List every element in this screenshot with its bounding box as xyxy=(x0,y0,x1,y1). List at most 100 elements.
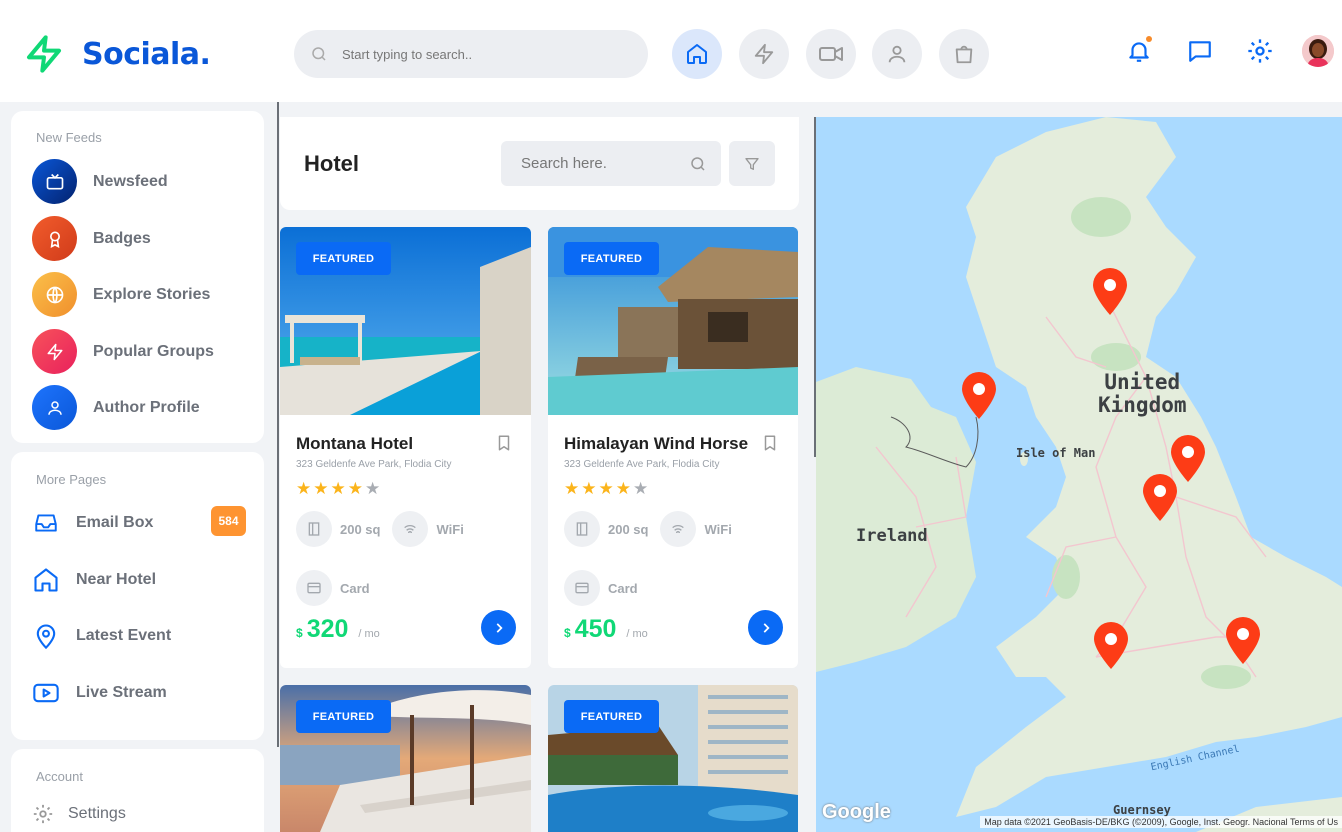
map-pin-icon xyxy=(36,624,56,650)
sidebar-item-settings[interactable]: Settings xyxy=(32,803,126,825)
map-label-isle-of-man: Isle of Man xyxy=(1016,446,1096,460)
groups-icon-circle xyxy=(32,329,77,374)
sidebar-item-live-stream[interactable]: Live Stream xyxy=(32,679,167,707)
hotel-search-input[interactable] xyxy=(521,155,671,172)
wifi-icon xyxy=(404,525,417,534)
account-section-title: Account xyxy=(36,769,83,784)
star-icon: ★ xyxy=(633,479,649,498)
card-icon-circle xyxy=(296,570,332,606)
map-attribution[interactable]: Map data ©2021 GeoBasis-DE/BKG (©2009), … xyxy=(980,816,1342,828)
star-icon: ★ xyxy=(330,479,346,498)
google-logo: Google xyxy=(822,801,891,823)
sidebar-item-label: Settings xyxy=(68,805,126,822)
hotel-name: Himalayan Wind Horse xyxy=(564,434,749,453)
newsfeed-icon-circle xyxy=(32,159,77,204)
sidebar-item-near-hotel[interactable]: Near Hotel xyxy=(32,566,156,594)
featured-badge: FEATURED xyxy=(564,242,659,275)
view-hotel-button[interactable] xyxy=(481,610,516,645)
star-icon: ★ xyxy=(365,479,381,498)
map-pin-icon[interactable] xyxy=(960,372,998,420)
star-icon: ★ xyxy=(581,479,597,498)
sidebar-item-label: Latest Event xyxy=(76,627,172,644)
sidebar-item-label: Explore Stories xyxy=(93,285,211,303)
user-avatar[interactable] xyxy=(1302,35,1334,67)
top-header: Sociala. xyxy=(0,0,1342,102)
nav-lightning-button[interactable] xyxy=(739,29,789,79)
global-search-input[interactable] xyxy=(342,46,622,62)
nav-video-button[interactable] xyxy=(806,29,856,79)
payment-label: Card xyxy=(608,580,638,596)
sidebar-item-newsfeed[interactable]: Newsfeed xyxy=(32,159,168,204)
sidebar-item-email-box[interactable]: Email Box xyxy=(32,510,153,536)
map-pin-icon[interactable] xyxy=(1091,268,1129,316)
hotel-address: 323 Geldenfe Ave Park, Flodia City xyxy=(564,459,720,470)
sidebar-item-label: Near Hotel xyxy=(76,571,157,588)
map-pin-icon[interactable] xyxy=(1141,474,1179,522)
bookmark-icon[interactable] xyxy=(495,433,513,453)
map-pin-icon[interactable] xyxy=(1092,622,1130,670)
nav-home-button[interactable] xyxy=(672,29,722,79)
map-pin-icon[interactable] xyxy=(1224,617,1262,665)
hotel-card[interactable]: FEATURED Montana Hotel 323 Geldenfe Ave … xyxy=(280,227,531,668)
pages-section-title: More Pages xyxy=(36,472,107,487)
star-icon: ★ xyxy=(313,479,329,498)
hotel-panel-header: Hotel xyxy=(280,117,799,210)
settings-button[interactable] xyxy=(1245,36,1275,66)
sidebar-item-latest-event[interactable]: Latest Event xyxy=(32,622,171,650)
inbox-icon xyxy=(35,514,57,532)
settings-icon xyxy=(33,804,53,824)
logo[interactable]: Sociala. xyxy=(24,32,211,76)
price-currency: $ xyxy=(296,626,303,640)
user-icon xyxy=(47,400,62,415)
size-label: 200 sq xyxy=(608,521,649,537)
sidebar-item-explore-stories[interactable]: Explore Stories xyxy=(32,272,210,317)
amenities-row: 200 sq WiFi xyxy=(296,511,464,547)
email-count-badge: 584 xyxy=(211,506,246,536)
credit-card-icon xyxy=(575,582,589,594)
nav-user-button[interactable] xyxy=(872,29,922,79)
hotel-card[interactable]: FEATURED xyxy=(548,685,798,832)
messages-button[interactable] xyxy=(1185,36,1215,66)
sidebar-item-popular-groups[interactable]: Popular Groups xyxy=(32,329,214,374)
sidebar-item-label: Author Profile xyxy=(93,398,200,416)
size-icon-circle xyxy=(564,511,600,547)
global-search[interactable] xyxy=(294,30,648,78)
layout-icon xyxy=(308,522,320,536)
price-period: / mo xyxy=(626,628,648,640)
hotel-card[interactable]: FEATURED Himalayan Wind Horse 323 Gelden… xyxy=(548,227,798,668)
home-icon xyxy=(34,568,58,592)
wifi-icon-circle xyxy=(392,511,429,547)
layout-icon xyxy=(576,522,588,536)
sidebar-item-label: Badges xyxy=(93,229,151,247)
filter-icon xyxy=(745,157,759,170)
hotel-price: $ 320 / mo xyxy=(296,615,380,644)
sidebar-item-label: Popular Groups xyxy=(93,342,214,360)
hotel-map[interactable]: United Kingdom Ireland Isle of Man Guern… xyxy=(816,117,1342,832)
nav-shop-button[interactable] xyxy=(939,29,989,79)
amenities-row: 200 sq WiFi xyxy=(564,511,732,547)
shopping-bag-icon xyxy=(955,45,973,64)
wifi-label: WiFi xyxy=(436,521,464,537)
star-icon: ★ xyxy=(615,479,631,498)
sidebar-item-label: Newsfeed xyxy=(93,172,168,190)
notifications-button[interactable] xyxy=(1124,36,1154,66)
hotel-search[interactable] xyxy=(501,141,721,186)
user-icon xyxy=(888,45,906,63)
profile-icon-circle xyxy=(32,385,77,430)
featured-badge: FEATURED xyxy=(296,242,391,275)
star-icon: ★ xyxy=(564,479,580,498)
hotel-address: 323 Geldenfe Ave Park, Flodia City xyxy=(296,459,452,470)
feeds-section-title: New Feeds xyxy=(36,130,102,145)
view-hotel-button[interactable] xyxy=(748,610,783,645)
price-value: 450 xyxy=(574,615,617,643)
notification-dot xyxy=(1146,36,1152,42)
wifi-icon xyxy=(672,525,685,534)
hotel-card[interactable]: FEATURED xyxy=(280,685,531,832)
sidebar-item-author-profile[interactable]: Author Profile xyxy=(32,385,200,430)
zap-icon xyxy=(47,343,62,360)
price-period: / mo xyxy=(358,628,380,640)
filter-button[interactable] xyxy=(729,141,775,186)
sidebar-item-badges[interactable]: Badges xyxy=(32,216,151,261)
size-icon-circle xyxy=(296,511,332,547)
bookmark-icon[interactable] xyxy=(761,433,779,453)
